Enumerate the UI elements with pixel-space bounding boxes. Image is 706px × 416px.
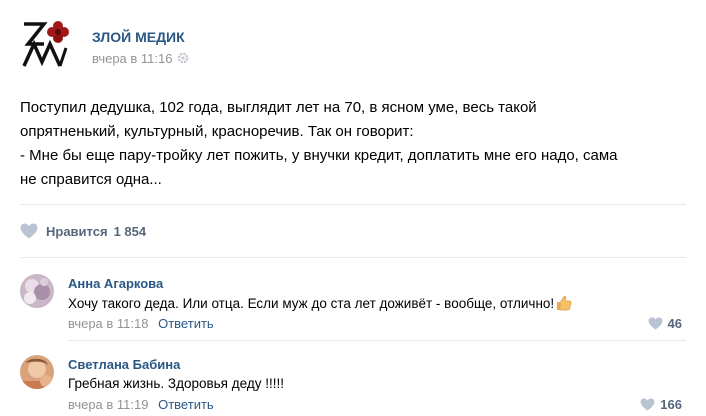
- comment-like-button[interactable]: 46: [648, 316, 682, 331]
- comment-meta: вчера в 11:19 Ответить: [68, 397, 214, 412]
- post-text-line: опрятненький, культурный, красноречив. Т…: [20, 123, 414, 140]
- avatar[interactable]: [20, 274, 54, 308]
- post-text: Поступил дедушка, 102 года, выглядит лет…: [20, 96, 686, 192]
- heart-icon: [640, 398, 655, 411]
- divider: [20, 204, 686, 205]
- group-logo[interactable]: [20, 18, 74, 70]
- comment-author-link[interactable]: Светлана Бабина: [68, 357, 180, 372]
- comment-text: Хочу такого деда. Или отца. Если муж до …: [68, 295, 572, 311]
- comment-like-count: 166: [660, 397, 682, 412]
- comment-like-button[interactable]: 166: [640, 397, 682, 412]
- reply-button[interactable]: Ответить: [158, 316, 214, 331]
- comment-text: Гребная жизнь. Здоровья деду !!!!!: [68, 376, 284, 391]
- like-button[interactable]: Нравится 1 854: [20, 220, 146, 242]
- like-count: 1 854: [113, 223, 147, 239]
- gear-icon[interactable]: [177, 52, 189, 64]
- divider: [68, 340, 686, 341]
- post-text-line: не справится одна...: [20, 171, 162, 188]
- post-header: ЗЛОЙ МЕДИК вчера в 11:16: [20, 18, 680, 70]
- group-name-link[interactable]: ЗЛОЙ МЕДИК: [92, 29, 185, 45]
- comment-like-count: 46: [667, 316, 682, 331]
- post-text-line: - Мне бы еще пару-тройку лет пожить, у в…: [20, 147, 618, 164]
- thumbs-up-icon: [557, 295, 572, 311]
- post-text-line: Поступил дедушка, 102 года, выглядит лет…: [20, 99, 537, 116]
- comment-time[interactable]: вчера в 11:19: [68, 397, 148, 412]
- avatar[interactable]: [20, 355, 54, 389]
- like-label: Нравится: [46, 223, 108, 239]
- post-timestamp[interactable]: вчера в 11:16: [92, 51, 189, 66]
- reply-button[interactable]: Ответить: [158, 397, 214, 412]
- heart-icon: [648, 317, 662, 330]
- comment-text-content: Хочу такого деда. Или отца. Если муж до …: [68, 296, 555, 311]
- divider: [20, 257, 686, 258]
- post-time-text[interactable]: вчера в 11:16: [92, 51, 172, 66]
- comment-author-link[interactable]: Анна Агаркова: [68, 276, 163, 291]
- comment-meta: вчера в 11:18 Ответить: [68, 316, 214, 331]
- comment-time[interactable]: вчера в 11:18: [68, 316, 148, 331]
- heart-icon: [20, 223, 38, 239]
